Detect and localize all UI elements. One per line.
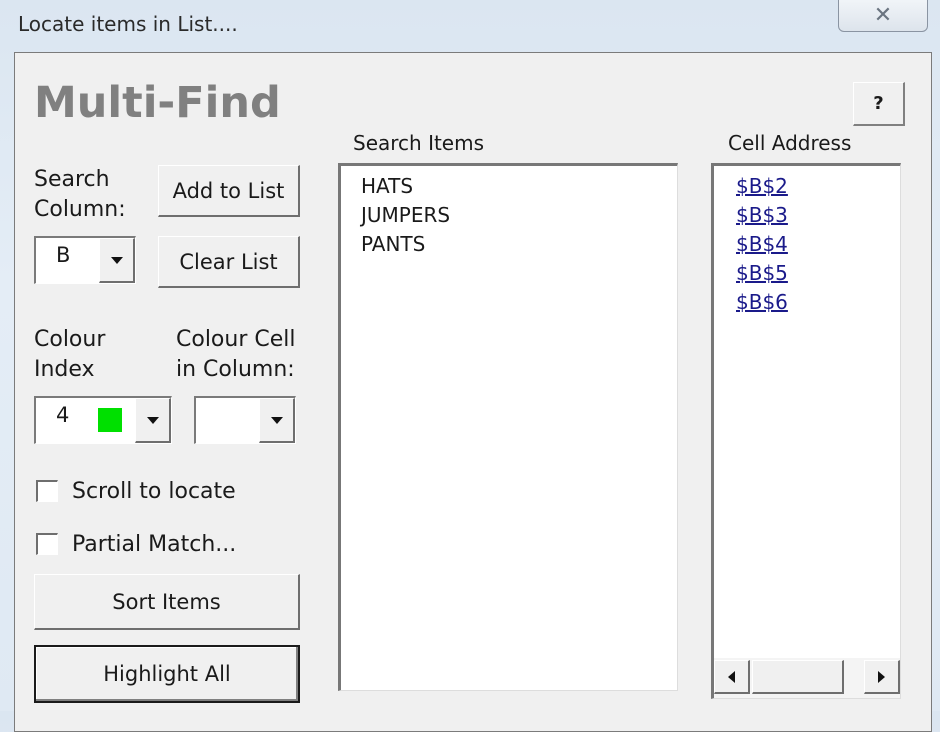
close-button[interactable]: ✕ — [838, 0, 928, 32]
search-items-list[interactable]: HATS JUMPERS PANTS — [338, 163, 678, 691]
cell-address-link[interactable]: $B$6 — [714, 288, 900, 317]
colour-index-label-line2: Index — [34, 357, 95, 382]
partial-match-label: Partial Match... — [72, 532, 237, 557]
arrow-right-icon — [878, 670, 885, 683]
search-column-label-line1: Search — [34, 167, 110, 192]
cell-address-header: Cell Address — [728, 131, 852, 155]
search-column-dropdown-button[interactable] — [99, 238, 135, 283]
search-column-label: Search Column: — [34, 165, 126, 225]
cell-address-link[interactable]: $B$4 — [714, 230, 900, 259]
list-item[interactable]: HATS — [341, 172, 677, 201]
help-button[interactable]: ? — [853, 82, 905, 126]
search-items-header: Search Items — [353, 131, 485, 155]
cell-address-link[interactable]: $B$2 — [714, 172, 900, 201]
scroll-to-locate-checkbox[interactable] — [36, 480, 58, 502]
colour-cell-dropdown-button[interactable] — [259, 398, 295, 443]
list-item[interactable]: PANTS — [341, 230, 677, 259]
partial-match-checkbox[interactable] — [36, 533, 58, 555]
chevron-down-icon — [270, 416, 283, 424]
add-to-list-button[interactable]: Add to List — [158, 165, 300, 217]
cell-address-list[interactable]: $B$2 $B$3 $B$4 $B$5 $B$6 — [711, 163, 901, 699]
sort-items-button[interactable]: Sort Items — [34, 574, 300, 630]
chevron-down-icon — [110, 256, 123, 264]
colour-cell-label: Colour Cell in Column: — [176, 325, 296, 385]
list-item[interactable]: JUMPERS — [341, 201, 677, 230]
colour-index-select[interactable]: 4 — [34, 396, 172, 444]
search-column-label-line2: Column: — [34, 197, 126, 222]
horizontal-scrollbar[interactable] — [714, 658, 900, 698]
cell-address-link[interactable]: $B$3 — [714, 201, 900, 230]
colour-swatch — [98, 408, 122, 432]
window-title: Locate items in List.... — [18, 12, 238, 36]
search-column-value: B — [56, 243, 71, 267]
colour-index-dropdown-button[interactable] — [135, 398, 171, 443]
arrow-left-icon — [728, 670, 735, 683]
colour-index-label: Colour Index — [34, 325, 105, 385]
colour-cell-select[interactable] — [194, 396, 296, 444]
colour-index-value: 4 — [56, 403, 70, 427]
highlight-all-button[interactable]: Highlight All — [34, 645, 300, 703]
scrollbar-thumb[interactable] — [752, 660, 844, 694]
colour-index-label-line1: Colour — [34, 327, 106, 352]
chevron-down-icon — [146, 416, 159, 424]
colour-cell-label-line1: Colour Cell — [176, 327, 296, 352]
close-x-icon: ✕ — [873, 2, 893, 28]
search-column-select[interactable]: B — [34, 236, 136, 284]
clear-list-button[interactable]: Clear List — [158, 236, 300, 288]
cell-address-link[interactable]: $B$5 — [714, 259, 900, 288]
colour-cell-label-line2: in Column: — [176, 357, 295, 382]
scroll-left-button[interactable] — [714, 660, 750, 694]
scroll-to-locate-label: Scroll to locate — [72, 479, 236, 504]
app-heading: Multi-Find — [34, 78, 281, 128]
scroll-right-button[interactable] — [864, 660, 900, 694]
title-bar: Locate items in List.... ✕ — [0, 0, 940, 52]
